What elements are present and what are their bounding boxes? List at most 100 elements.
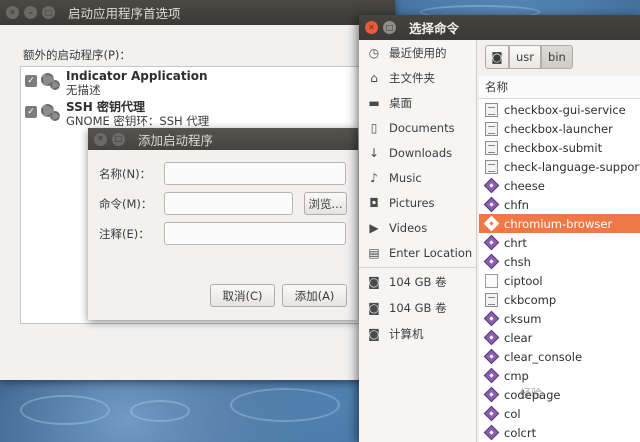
document-icon: ▯	[370, 120, 378, 135]
clock-icon: ◷	[368, 45, 380, 60]
file-name: cmp	[504, 368, 529, 383]
browse-button[interactable]: 浏览...	[304, 192, 347, 215]
sidebar-item-videos[interactable]: ▶ Videos	[359, 215, 477, 240]
sidebar-item-volume-1[interactable]: ◙ 104 GB 卷	[359, 269, 477, 294]
sidebar-item-label: 主文件夹	[389, 70, 435, 85]
enabled-checkbox[interactable]: ✓	[25, 75, 37, 87]
root-drive-icon[interactable]: ◙	[485, 45, 509, 69]
file-name: check-language-support	[504, 159, 640, 174]
add-button[interactable]: 添加(A)	[282, 284, 347, 307]
name-column-header[interactable]: 名称	[479, 76, 640, 99]
file-row[interactable]: ckbcomp	[479, 290, 640, 309]
maximize-icon[interactable]: □	[42, 6, 55, 19]
file-name: clear	[504, 330, 533, 345]
executable-icon	[483, 310, 500, 327]
file-name: checkbox-launcher	[504, 121, 613, 136]
executable-icon	[483, 424, 500, 441]
file-row[interactable]: cksum	[479, 309, 640, 328]
file-row[interactable]: cmp	[479, 366, 640, 385]
command-label: 命令(M)：	[99, 196, 153, 211]
close-icon[interactable]: ✕	[94, 132, 107, 146]
window-title: 启动应用程序首选项	[68, 6, 181, 21]
drive-icon: ◙	[368, 274, 380, 289]
sidebar-item-computer[interactable]: ◙ 计算机	[359, 321, 477, 346]
maximize-icon[interactable]: □	[383, 21, 396, 34]
file-name: ciptool	[504, 273, 543, 288]
file-row[interactable]: col	[479, 404, 640, 423]
cancel-button[interactable]: 取消(C)	[210, 284, 275, 307]
sidebar-item-enter-location[interactable]: ▤ Enter Location	[359, 240, 477, 265]
camera-icon: ◘	[369, 195, 379, 210]
file-name: checkbox-gui-service	[504, 102, 626, 117]
sidebar-item-recent[interactable]: ◷ 最近使用的	[359, 40, 477, 65]
executable-icon	[483, 386, 500, 403]
sidebar-item-home[interactable]: ⌂ 主文件夹	[359, 65, 477, 90]
maximize-icon[interactable]: □	[112, 132, 125, 146]
file-row[interactable]: chsh	[479, 252, 640, 271]
sidebar-item-label: 最近使用的	[389, 45, 447, 60]
music-icon: ♪	[370, 170, 378, 185]
startup-window-titlebar[interactable]: ✕ – □ 启动应用程序首选项	[0, 0, 395, 25]
sidebar-item-label: Music	[389, 170, 422, 185]
file-row[interactable]: chrt	[479, 233, 640, 252]
file-row[interactable]: cheese	[479, 176, 640, 195]
minimize-icon[interactable]: –	[24, 6, 37, 19]
name-input[interactable]	[164, 162, 346, 185]
file-name: checkbox-submit	[504, 140, 603, 155]
file-row[interactable]: clear	[479, 328, 640, 347]
program-name: SSH 密钥代理	[66, 100, 145, 114]
executable-icon	[483, 253, 500, 270]
download-icon: ↓	[368, 145, 380, 160]
sidebar-item-label: 104 GB 卷	[389, 274, 447, 289]
file-name: cksum	[504, 311, 542, 326]
file-row[interactable]: chfn	[479, 195, 640, 214]
sidebar-item-label: 计算机	[389, 326, 424, 341]
program-description: GNOME 密钥环：SSH 代理	[66, 114, 210, 128]
sidebar-item-music[interactable]: ♪ Music	[359, 165, 477, 190]
sidebar-item-label: Pictures	[389, 195, 435, 210]
drive-icon: ◙	[368, 326, 380, 341]
path-button-usr[interactable]: usr	[509, 45, 542, 69]
home-icon: ⌂	[370, 70, 378, 85]
sidebar-item-documents[interactable]: ▯ Documents	[359, 115, 477, 140]
command-input[interactable]	[164, 192, 293, 215]
list-item[interactable]: ✓ Indicator Application 无描述	[25, 69, 208, 97]
file-row[interactable]: checkbox-gui-service	[479, 100, 640, 119]
file-name: chsh	[504, 254, 531, 269]
sidebar-item-label: 桌面	[389, 95, 412, 110]
close-icon[interactable]: ✕	[365, 21, 378, 34]
file-row[interactable]: check-language-support	[479, 157, 640, 176]
sidebar-item-pictures[interactable]: ◘ Pictures	[359, 190, 477, 215]
path-bar: ◙ usr bin	[485, 45, 573, 69]
file-list[interactable]: 名称 checkbox-gui-service checkbox-launcher…	[479, 76, 640, 442]
comment-label: 注释(E)：	[99, 226, 150, 241]
script-file-icon	[485, 140, 498, 155]
close-icon[interactable]: ✕	[6, 6, 19, 19]
file-name: col	[504, 406, 521, 421]
file-name: colcrt	[504, 425, 537, 440]
file-row[interactable]: codepage	[479, 385, 640, 404]
comment-input[interactable]	[164, 222, 346, 245]
file-row[interactable]: colcrt	[479, 423, 640, 442]
file-row[interactable]: ciptool	[479, 271, 640, 290]
sidebar-item-downloads[interactable]: ↓ Downloads	[359, 140, 477, 165]
file-row[interactable]: chromium-browser	[479, 214, 640, 233]
executable-icon	[483, 234, 500, 251]
file-row[interactable]: clear_console	[479, 347, 640, 366]
list-item[interactable]: ✓ SSH 密钥代理 GNOME 密钥环：SSH 代理	[25, 100, 209, 128]
executable-icon	[483, 196, 500, 213]
sidebar-item-label: Downloads	[389, 145, 453, 160]
script-file-icon	[485, 159, 498, 174]
file-row[interactable]: checkbox-launcher	[479, 119, 640, 138]
name-label: 名称(N)：	[99, 166, 152, 181]
executable-icon	[483, 329, 500, 346]
sidebar-item-volume-2[interactable]: ◙ 104 GB 卷	[359, 295, 477, 320]
add-dialog-titlebar[interactable]: ✕ □ 添加启动程序	[88, 128, 358, 150]
places-sidebar: ◷ 最近使用的 ⌂ 主文件夹 ▬ 桌面 ▯ Documents ↓ Downlo…	[359, 40, 477, 442]
chooser-titlebar[interactable]: ✕ □ 选择命令	[359, 15, 640, 40]
path-button-bin[interactable]: bin	[541, 45, 573, 69]
file-row[interactable]: checkbox-submit	[479, 138, 640, 157]
enabled-checkbox[interactable]: ✓	[25, 106, 37, 118]
sidebar-item-desktop[interactable]: ▬ 桌面	[359, 90, 477, 115]
executable-icon	[483, 348, 500, 365]
